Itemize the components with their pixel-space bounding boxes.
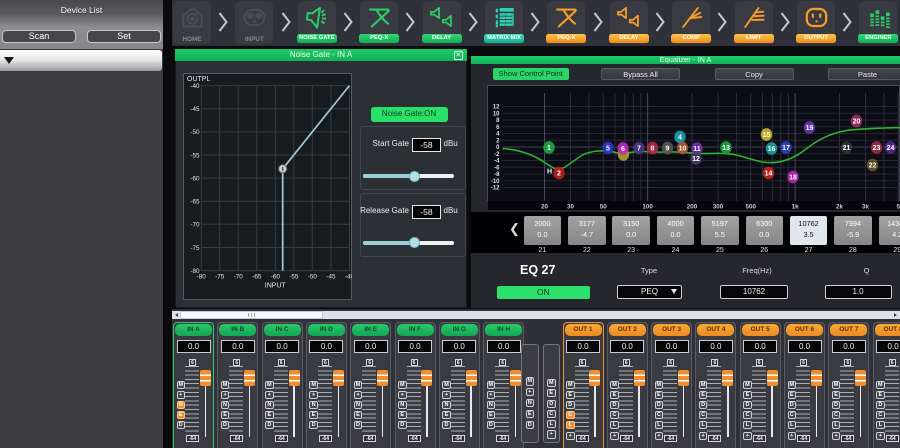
svg-text:-10: -10: [490, 179, 499, 185]
svg-text:-50: -50: [308, 274, 318, 281]
svg-text:22: 22: [868, 163, 876, 170]
svg-text:6: 6: [496, 125, 500, 131]
svg-text:3k: 3k: [861, 203, 869, 210]
svg-text:12: 12: [692, 156, 700, 163]
svg-text:23: 23: [872, 145, 880, 152]
svg-text:-80: -80: [190, 268, 200, 275]
svg-text:21: 21: [842, 145, 850, 152]
svg-text:9: 9: [665, 146, 669, 153]
svg-text:7: 7: [637, 146, 641, 153]
svg-text:-65: -65: [190, 199, 200, 206]
svg-text:-6: -6: [494, 165, 500, 171]
svg-text:INPUT: INPUT: [265, 283, 287, 290]
svg-text:-45: -45: [190, 106, 200, 113]
svg-text:-40: -40: [190, 83, 200, 90]
svg-text:500: 500: [745, 203, 756, 210]
svg-text:13: 13: [722, 145, 730, 152]
svg-text:4: 4: [496, 132, 500, 138]
svg-text:-75: -75: [190, 245, 200, 252]
svg-text:24: 24: [886, 145, 894, 152]
svg-text:H: H: [546, 169, 551, 176]
svg-text:6: 6: [621, 146, 625, 153]
svg-text:20: 20: [540, 203, 548, 210]
svg-text:4: 4: [678, 135, 682, 142]
svg-text:-75: -75: [215, 274, 225, 281]
svg-text:-45: -45: [326, 274, 336, 281]
svg-text:-70: -70: [190, 222, 200, 229]
svg-text:-4: -4: [494, 159, 500, 165]
svg-text:300: 300: [712, 203, 723, 210]
svg-text:50: 50: [599, 203, 607, 210]
svg-text:-60: -60: [271, 274, 281, 281]
svg-text:-40: -40: [345, 274, 352, 281]
svg-text:2k: 2k: [835, 203, 843, 210]
svg-text:-55: -55: [289, 274, 299, 281]
svg-text:19: 19: [805, 125, 813, 132]
svg-text:8: 8: [496, 118, 500, 124]
svg-text:1: 1: [547, 145, 551, 152]
svg-text:100: 100: [642, 203, 653, 210]
svg-text:-65: -65: [252, 274, 262, 281]
svg-text:5: 5: [896, 203, 900, 210]
svg-text:14: 14: [764, 171, 772, 178]
svg-text:10: 10: [492, 112, 499, 118]
svg-text:5: 5: [606, 146, 610, 153]
svg-text:-60: -60: [190, 175, 200, 182]
svg-text:-70: -70: [234, 274, 244, 281]
svg-text:18: 18: [789, 175, 797, 182]
svg-text:1k: 1k: [791, 203, 799, 210]
svg-text:-8: -8: [494, 172, 500, 178]
svg-text:-12: -12: [490, 186, 499, 192]
svg-text:0: 0: [496, 145, 500, 151]
svg-text:2: 2: [557, 171, 561, 178]
svg-text:-55: -55: [190, 152, 200, 159]
svg-text:15: 15: [762, 132, 770, 139]
svg-text:200: 200: [686, 203, 697, 210]
svg-text:30: 30: [566, 203, 574, 210]
svg-text:12: 12: [492, 105, 499, 111]
svg-text:20: 20: [852, 119, 860, 126]
svg-text:2: 2: [496, 138, 500, 144]
svg-text:10: 10: [678, 146, 686, 153]
svg-text:-50: -50: [190, 129, 200, 136]
svg-text:8: 8: [650, 146, 654, 153]
svg-text:16: 16: [767, 146, 775, 153]
svg-text:17: 17: [782, 145, 790, 152]
svg-text:-2: -2: [494, 152, 500, 158]
svg-text:11: 11: [693, 146, 701, 153]
